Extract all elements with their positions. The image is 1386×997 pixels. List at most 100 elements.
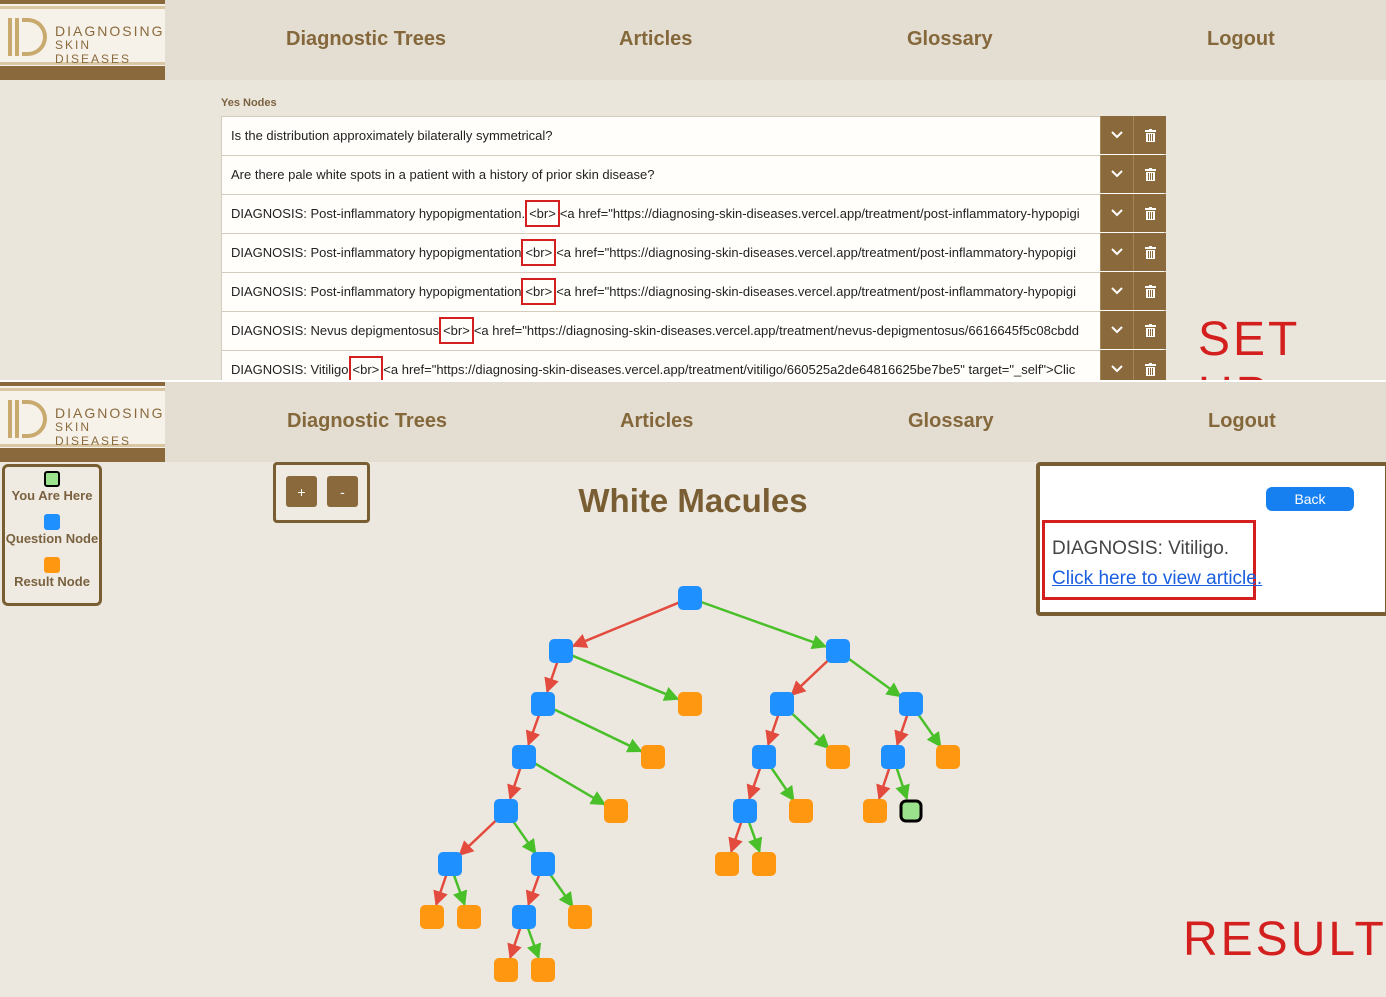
nav-glossary[interactable]: Glossary bbox=[907, 28, 993, 51]
chevron-down-icon bbox=[1111, 131, 1123, 139]
yes-edge bbox=[531, 760, 607, 806]
trash-icon bbox=[1144, 128, 1156, 142]
node-text-main: DIAGNOSIS: Nevus depigmentosus bbox=[231, 323, 440, 338]
yes-edge bbox=[768, 764, 795, 802]
nav-articles[interactable]: Articles bbox=[619, 28, 692, 51]
node-text-main: DIAGNOSIS: Vitiligo bbox=[231, 362, 349, 377]
yes-node-row[interactable]: Is the distribution approximately bilate… bbox=[221, 116, 1166, 155]
trash-icon bbox=[1144, 323, 1156, 337]
result-node[interactable] bbox=[494, 958, 518, 982]
no-edge bbox=[458, 816, 500, 857]
result-caption: RESULT bbox=[1183, 913, 1386, 966]
trash-icon bbox=[1144, 167, 1156, 181]
diagnosis-text: DIAGNOSIS: Vitiligo. bbox=[1052, 538, 1230, 559]
question-node[interactable] bbox=[881, 745, 905, 769]
yes-node-row[interactable]: DIAGNOSIS: Nevus depigmentosus <br> <a hre… bbox=[221, 311, 1166, 350]
question-node[interactable] bbox=[899, 692, 923, 716]
back-button[interactable]: Back bbox=[1266, 487, 1354, 511]
chevron-down-icon bbox=[1111, 365, 1123, 373]
yes-node-text[interactable]: DIAGNOSIS: Nevus depigmentosus <br> <a hre… bbox=[231, 312, 1099, 349]
expand-row-button[interactable] bbox=[1100, 233, 1133, 271]
question-node[interactable] bbox=[549, 639, 573, 663]
yes-edge bbox=[526, 925, 542, 960]
result-node[interactable] bbox=[936, 745, 960, 769]
node-text-link-markup: <a href="https://diagnosing-skin-disease… bbox=[559, 206, 1080, 221]
expand-row-button[interactable] bbox=[1100, 311, 1133, 349]
current-node[interactable] bbox=[899, 799, 923, 823]
result-node[interactable] bbox=[531, 958, 555, 982]
delete-row-button[interactable] bbox=[1133, 311, 1166, 349]
result-node[interactable] bbox=[457, 905, 481, 929]
delete-row-button[interactable] bbox=[1133, 272, 1166, 310]
chevron-down-icon bbox=[1111, 287, 1123, 295]
question-node[interactable] bbox=[678, 586, 702, 610]
chevron-down-icon bbox=[1111, 248, 1123, 256]
yes-edge bbox=[551, 707, 643, 753]
delete-row-button[interactable] bbox=[1133, 233, 1166, 271]
yes-node-text[interactable]: DIAGNOSIS: Post-inflammatory hypopigment… bbox=[231, 195, 1099, 232]
trash-icon bbox=[1144, 245, 1156, 259]
result-node[interactable] bbox=[863, 799, 887, 823]
yes-node-text[interactable]: Are there pale white spots in a patient … bbox=[231, 156, 1099, 193]
diagnosis-highlight: DIAGNOSIS: Vitiligo. Click here to view … bbox=[1042, 520, 1262, 600]
br-tag-highlight: <br> bbox=[439, 317, 474, 344]
question-node[interactable] bbox=[752, 745, 776, 769]
node-text-link-markup: <a href="https://diagnosing-skin-disease… bbox=[473, 323, 1080, 338]
expand-row-button[interactable] bbox=[1100, 194, 1133, 232]
yes-node-text[interactable]: Is the distribution approximately bilate… bbox=[231, 117, 1099, 154]
question-node[interactable] bbox=[512, 905, 536, 929]
delete-row-button[interactable] bbox=[1133, 116, 1166, 154]
result-node[interactable] bbox=[641, 745, 665, 769]
expand-row-button[interactable] bbox=[1100, 272, 1133, 310]
node-text-main: DIAGNOSIS: Post-inflammatory hypopigment… bbox=[231, 206, 526, 221]
node-text-main: DIAGNOSIS: Post-inflammatory hypopigment… bbox=[231, 284, 522, 299]
result-node[interactable] bbox=[568, 905, 592, 929]
result-panel: DIAGNOSING SKIN DISEASES Diagnostic Tree… bbox=[0, 382, 1386, 997]
no-edge bbox=[765, 713, 780, 747]
yes-node-text[interactable]: DIAGNOSIS: Post-inflammatory hypopigment… bbox=[231, 234, 1099, 271]
yes-node-row[interactable]: Are there pale white spots in a patient … bbox=[221, 155, 1166, 194]
expand-row-button[interactable] bbox=[1100, 116, 1133, 154]
node-text-main: Is the distribution approximately bilate… bbox=[231, 128, 553, 143]
question-node[interactable] bbox=[512, 745, 536, 769]
result-node[interactable] bbox=[826, 745, 850, 769]
result-node[interactable] bbox=[678, 692, 702, 716]
no-edge bbox=[544, 660, 559, 694]
question-node[interactable] bbox=[438, 852, 462, 876]
delete-row-button[interactable] bbox=[1133, 194, 1166, 232]
question-node[interactable] bbox=[531, 692, 555, 716]
result-node[interactable] bbox=[752, 852, 776, 876]
yes-node-row[interactable]: DIAGNOSIS: Post-inflammatory hypopigment… bbox=[221, 233, 1166, 272]
delete-row-button[interactable] bbox=[1133, 155, 1166, 193]
yes-node-row[interactable]: DIAGNOSIS: Post-inflammatory hypopigment… bbox=[221, 194, 1166, 233]
trash-icon bbox=[1144, 362, 1156, 376]
yes-node-row[interactable]: DIAGNOSIS: Post-inflammatory hypopigment… bbox=[221, 272, 1166, 311]
no-edge bbox=[433, 873, 448, 907]
br-tag-highlight: <br> bbox=[348, 356, 384, 383]
question-node[interactable] bbox=[826, 639, 850, 663]
no-edge bbox=[894, 713, 909, 747]
nav-diagnostic-trees[interactable]: Diagnostic Trees bbox=[286, 28, 446, 51]
br-tag-highlight: <br> bbox=[525, 200, 560, 227]
result-node[interactable] bbox=[420, 905, 444, 929]
chevron-down-icon bbox=[1111, 170, 1123, 178]
trash-icon bbox=[1144, 206, 1156, 220]
br-tag-highlight: <br> bbox=[521, 278, 557, 305]
yes-edge bbox=[547, 871, 574, 908]
result-node[interactable] bbox=[604, 799, 628, 823]
expand-row-button[interactable] bbox=[1100, 155, 1133, 193]
no-edge bbox=[746, 766, 762, 801]
question-node[interactable] bbox=[770, 692, 794, 716]
site-logo[interactable]: DIAGNOSING SKIN DISEASES bbox=[0, 0, 165, 80]
nav-logout[interactable]: Logout bbox=[1207, 28, 1275, 51]
question-node[interactable] bbox=[494, 799, 518, 823]
result-node[interactable] bbox=[715, 852, 739, 876]
yes-node-text[interactable]: DIAGNOSIS: Post-inflammatory hypopigment… bbox=[231, 273, 1099, 310]
view-article-link[interactable]: Click here to view article. bbox=[1052, 568, 1262, 590]
node-text-link-markup: <a href="https://diagnosing-skin-disease… bbox=[556, 245, 1077, 260]
question-node[interactable] bbox=[733, 799, 757, 823]
top-navbar: DIAGNOSING SKIN DISEASES Diagnostic Tree… bbox=[0, 0, 1386, 80]
question-node[interactable] bbox=[531, 852, 555, 876]
result-node[interactable] bbox=[789, 799, 813, 823]
node-text-link-markup: <a href="https://diagnosing-skin-disease… bbox=[383, 362, 1076, 377]
